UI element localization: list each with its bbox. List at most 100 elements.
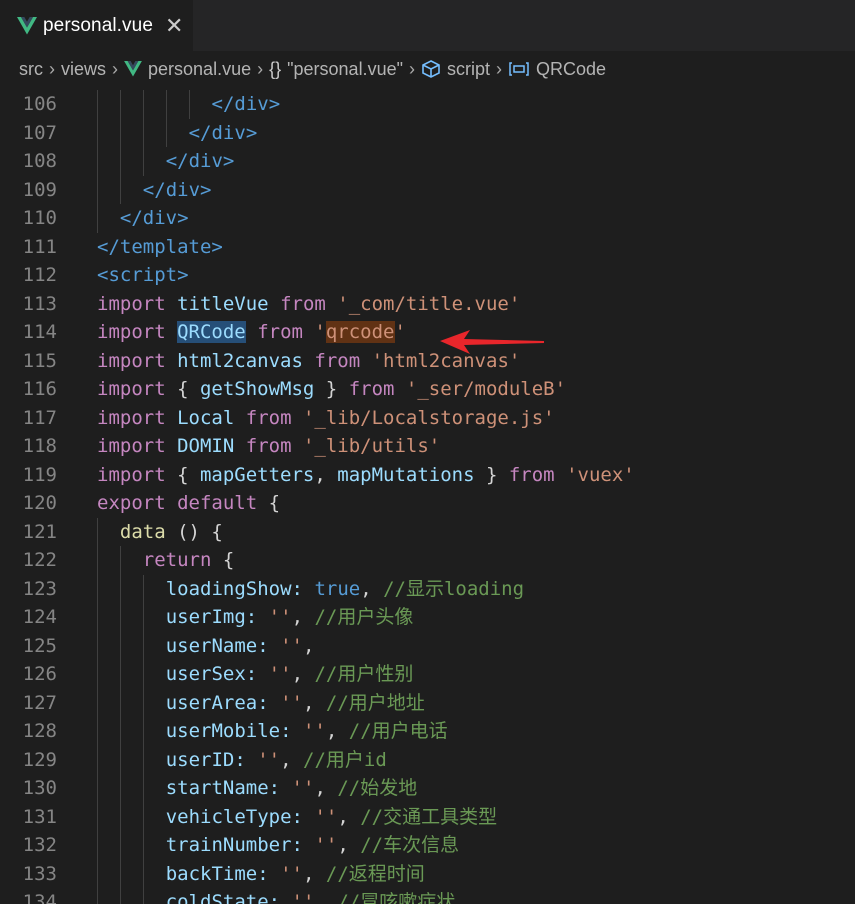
code-line[interactable]: 107 </div> (0, 118, 855, 147)
close-icon[interactable]: ✕ (165, 14, 183, 37)
code-line[interactable]: 112 <script> (0, 261, 855, 290)
code-line[interactable]: 122 return { (0, 546, 855, 575)
code-line[interactable]: 117 import Local from '_lib/Localstorage.… (0, 404, 855, 433)
code-text: </div> (120, 204, 189, 233)
indent-guide (142, 118, 144, 147)
code-token: vehicleType (165, 805, 292, 828)
code-line[interactable]: 131 vehicleType: '', //交通工具类型 (0, 802, 855, 831)
indent-guide (142, 831, 144, 860)
code-line[interactable]: 111 </template> (0, 233, 855, 262)
line-number: 121 (22, 520, 57, 543)
indent-guide (97, 631, 98, 660)
code-token: </ (165, 150, 189, 172)
code-token: //冒咳嗽症状 (337, 891, 456, 904)
code-line[interactable]: 113 import titleVue from '_com/title.vue' (0, 290, 855, 319)
code-token: , (303, 862, 326, 885)
code-token: > (200, 178, 212, 201)
code-token: : (245, 606, 258, 628)
tab-label: personal.vue (43, 14, 153, 36)
code-token: ' (314, 321, 326, 343)
code-token: { (165, 463, 200, 486)
indent-guide (119, 745, 121, 774)
code-line[interactable]: 123 loadingShow: true, //显示loading (0, 574, 855, 603)
code-text: </div> (143, 176, 212, 205)
code-line[interactable]: 124 userImg: '', //用户头像 (0, 603, 855, 632)
chevron-right-icon: › (408, 58, 415, 79)
indent-guide (97, 717, 98, 746)
code-line[interactable]: 119 import { mapGetters, mapMutations } f… (0, 461, 855, 490)
cube-icon (421, 59, 441, 79)
code-text: </template> (97, 233, 223, 262)
code-token: from (245, 435, 292, 457)
code-token: //返程时间 (325, 862, 425, 885)
code-line[interactable]: 108 </div> (0, 147, 855, 176)
indent-guide (165, 90, 167, 119)
code-line[interactable]: 110 </div> (0, 204, 855, 233)
code-editor[interactable]: 106 </div> 107 </div> 108 </div> 109 </div> 110 <… (0, 90, 855, 904)
object-braces-icon: {} (269, 58, 282, 79)
breadcrumb-item-views[interactable]: views (61, 59, 106, 80)
tab-personal-vue[interactable]: personal.vue ✕ (0, 0, 193, 51)
code-line[interactable]: 130 startName: '', //始发地 (0, 774, 855, 803)
breadcrumb-item-file[interactable]: personal.vue (148, 59, 251, 80)
code-line[interactable]: 114 import QRCode from 'qrcode' (0, 318, 855, 347)
code-line[interactable]: 134 coldState: '', //冒咳嗽症状 (0, 888, 855, 904)
line-number: 114 (22, 321, 57, 343)
indent-guide (97, 831, 98, 860)
breadcrumb-item-component[interactable]: "personal.vue" (287, 59, 403, 80)
code-text: </div> (212, 90, 281, 119)
indent-guide (142, 688, 144, 717)
code-token: userSex (165, 663, 246, 685)
code-token: trainNumber (165, 834, 292, 856)
breadcrumb-item-symbol[interactable]: QRCode (536, 59, 606, 80)
breadcrumb-item-src[interactable]: src (19, 59, 43, 80)
breadcrumb: src › views › personal.vue › {} "persona… (0, 51, 855, 87)
code-line[interactable]: 126 userSex: '', //用户性别 (0, 660, 855, 689)
code-line[interactable]: 127 userArea: '', //用户地址 (0, 688, 855, 718)
indent-guide (97, 859, 98, 888)
code-text: import titleVue from '_com/title.vue' (97, 290, 520, 319)
indent-guide (119, 90, 121, 119)
code-token: import (97, 435, 166, 457)
code-line[interactable]: 116 import { getShowMsg } from '_ser/modu… (0, 375, 855, 404)
indent-guide (188, 90, 190, 119)
code-line[interactable]: 129 userID: '', //用户id (0, 745, 855, 774)
code-token: , (303, 634, 315, 657)
code-token: userArea (165, 691, 258, 714)
code-line[interactable]: 125 userName: '', (0, 631, 855, 660)
code-line[interactable]: 132 trainNumber: '', //车次信息 (0, 831, 855, 860)
code-token: : (257, 691, 269, 714)
indent-guide (142, 147, 144, 176)
indent-guide (97, 802, 98, 831)
code-token: from (245, 406, 292, 429)
code-line[interactable]: 109 </div> (0, 175, 855, 205)
code-token: , (325, 720, 349, 742)
code-token: : (280, 720, 292, 742)
indent-guide (142, 859, 144, 888)
line-number: 125 (22, 634, 57, 657)
line-number: 110 (22, 207, 57, 229)
code-line[interactable]: 120 export default { (0, 489, 855, 518)
code-token: , (360, 577, 384, 600)
indent-guide (119, 147, 121, 176)
code-line[interactable]: 106 </div> (0, 90, 855, 119)
indent-guide (119, 631, 121, 660)
code-line[interactable]: 115 import html2canvas from 'html2canvas' (0, 347, 855, 376)
indent-guide (119, 546, 121, 575)
code-line[interactable]: 133 backTime: '', //返程时间 (0, 859, 855, 888)
breadcrumb-item-script[interactable]: script (447, 59, 490, 80)
code-text: userSex: '', //用户性别 (166, 660, 414, 689)
code-line[interactable]: 121 data () { (0, 517, 855, 546)
code-text: userArea: '', //用户地址 (166, 689, 425, 718)
code-line[interactable]: 128 userMobile: '', //用户电话 (0, 717, 855, 746)
code-line[interactable]: 118 import DOMIN from '_lib/utils' (0, 432, 855, 461)
